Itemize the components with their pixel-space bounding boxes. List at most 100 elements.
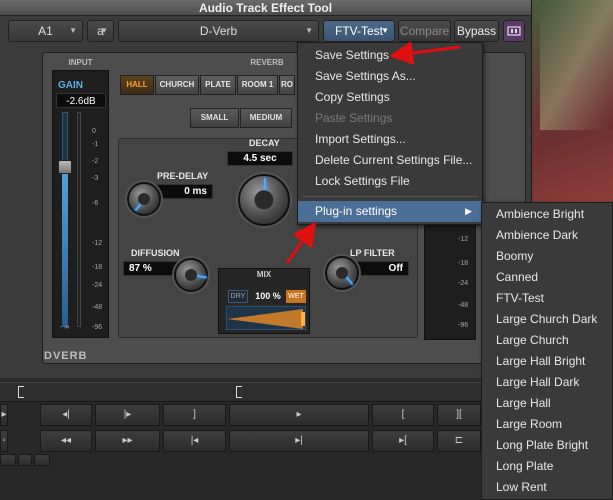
knob-indicator — [342, 272, 354, 286]
preset-file-item[interactable]: Large Hall Dark — [482, 372, 612, 393]
plugin-settings-submenu: Ambience Bright Ambience Dark Boomy Canned F… — [481, 202, 613, 500]
slot-select[interactable]: a ▼ — [87, 20, 114, 42]
scale-tick-label: -12 — [458, 236, 469, 243]
go-to-mark-button[interactable]: ▸[ — [372, 430, 434, 452]
fast-forward-button[interactable]: ▸▸ — [95, 430, 160, 452]
predelay-value[interactable]: 0 ms — [155, 184, 213, 199]
preset-file-item[interactable]: Large Hall — [482, 393, 612, 414]
preset-menu-item[interactable]: Delete Current Settings File... — [298, 150, 482, 171]
compare-button[interactable]: Compare — [398, 20, 451, 42]
room-type-button[interactable]: HALL — [120, 75, 154, 95]
gain-fader-handle[interactable] — [58, 160, 72, 174]
menu-separator — [302, 196, 478, 197]
size-button[interactable]: SMALL — [190, 108, 239, 128]
audio-button[interactable]: ◦ — [0, 430, 8, 452]
preset-menu: Save Settings Save Settings As... Copy Set… — [297, 42, 483, 225]
step-back-icon: ◂| — [62, 409, 70, 420]
mark-out-marker[interactable] — [236, 386, 242, 398]
decay-label: DECAY — [249, 138, 280, 148]
preset-file-item[interactable]: Large Church Dark — [482, 309, 612, 330]
plugin-select-value: D-Verb — [199, 24, 238, 38]
plugin-select[interactable]: D-Verb ▼ — [118, 20, 319, 42]
scale-tick-label: -12 — [92, 240, 103, 247]
gain-label: GAIN — [58, 80, 83, 91]
bypass-button[interactable]: Bypass — [454, 20, 499, 42]
preset-menu-item[interactable]: Import Settings... — [298, 129, 482, 150]
scale-tick-label: -24 — [92, 282, 103, 289]
preset-file-item[interactable]: Long Plate — [482, 456, 612, 477]
preset-file-item[interactable]: Canned — [482, 267, 612, 288]
rewind-icon: ◂◂ — [60, 435, 72, 446]
diffusion-label: DIFFUSION — [131, 248, 180, 258]
track-select-value: A1 — [38, 24, 53, 38]
chevron-down-icon: ▼ — [305, 26, 313, 35]
room-type-button[interactable]: PLATE — [200, 75, 236, 95]
room-type-button[interactable]: CHURCH — [155, 75, 199, 95]
scroll-right-button[interactable] — [18, 454, 32, 466]
play-button[interactable]: ▸ — [0, 404, 8, 426]
plugin-settings-menu-item[interactable]: Plug-in settings ▶ — [298, 201, 482, 222]
preset-select[interactable]: FTV-Test ▼ — [323, 20, 395, 42]
gain-value[interactable]: -2.6dB — [56, 93, 106, 108]
predelay-knob[interactable] — [127, 182, 161, 216]
diffusion-value[interactable]: 87 % — [123, 261, 181, 276]
preset-menu-item[interactable]: Lock Settings File — [298, 171, 482, 192]
mark-in-icon: [ — [401, 409, 405, 420]
splice-button[interactable]: ⊏ — [437, 430, 481, 452]
zoom-button[interactable] — [34, 454, 50, 466]
knob-indicator — [134, 198, 146, 212]
size-button[interactable]: MEDIUM — [240, 108, 292, 128]
preset-file-item[interactable]: FTV-Test — [482, 288, 612, 309]
video-image — [540, 0, 613, 130]
mark-in-button[interactable]: [ — [372, 404, 434, 426]
scale-tick-label: - ∞ — [60, 324, 70, 331]
mark-clip-button[interactable]: ][ — [437, 404, 481, 426]
decay-value[interactable]: 4.5 sec — [227, 151, 293, 166]
mix-value[interactable]: 100 % — [252, 290, 284, 303]
preset-menu-item[interactable]: Copy Settings — [298, 87, 482, 108]
preset-file-item[interactable]: Long Plate Bright — [482, 435, 612, 456]
plugin-settings-label: Plug-in settings — [315, 204, 398, 218]
go-to-out-button[interactable]: |◂ — [163, 430, 226, 452]
input-section-label: INPUT — [68, 58, 93, 67]
mix-ramp-graphic — [227, 309, 305, 329]
go-to-out-icon: |◂ — [190, 435, 199, 446]
go-to-in-button[interactable]: ▸| — [229, 430, 369, 452]
mark-out-button[interactable]: ] — [163, 404, 226, 426]
preset-file-item[interactable]: Boomy — [482, 246, 612, 267]
preset-file-item[interactable]: Low Rent — [482, 477, 612, 498]
decay-knob[interactable] — [238, 174, 290, 226]
scroll-left-button[interactable] — [0, 454, 16, 466]
step-forward-button[interactable]: |▸ — [95, 404, 160, 426]
scale-tick-label: -18 — [458, 260, 469, 267]
mark-clip-icon: ][ — [456, 409, 462, 420]
dverb-brand-label: DVERB — [44, 350, 88, 362]
mark-in-marker[interactable] — [18, 386, 24, 398]
play-button-button[interactable]: ▸ — [229, 404, 369, 426]
rewind-button[interactable]: ◂◂ — [40, 430, 92, 452]
room-type-button[interactable]: ROOM 1 — [237, 75, 278, 95]
audio-icon: ◦ — [2, 435, 6, 446]
track-select[interactable]: A1 ▼ — [8, 20, 83, 42]
mix-slider[interactable] — [226, 306, 306, 330]
preset-menu-item[interactable]: Save Settings — [298, 45, 482, 66]
step-back-button[interactable]: ◂| — [40, 404, 92, 426]
preset-menu-item[interactable]: Save Settings As... — [298, 66, 482, 87]
preset-file-item[interactable]: Large Church — [482, 330, 612, 351]
play-button-icon: ▸ — [296, 409, 302, 420]
transport-row-2: ◦ ◂◂ ▸▸ |◂ ▸| ▸[ ⊏ — [0, 430, 481, 452]
preset-file-item[interactable]: Ambience Dark — [482, 225, 612, 246]
preset-file-item[interactable]: Large Hall Bright — [482, 351, 612, 372]
chevron-down-icon: ▼ — [100, 26, 108, 35]
splice-icon: ⊏ — [454, 435, 464, 446]
go-to-in-icon: ▸| — [295, 435, 303, 446]
lpfilter-knob[interactable] — [325, 256, 359, 290]
preset-file-item[interactable]: Ambience Bright — [482, 204, 612, 225]
meter-toggle-button[interactable] — [503, 20, 525, 42]
diffusion-knob[interactable] — [174, 258, 208, 292]
room-type-button[interactable]: RO — [279, 75, 295, 95]
preset-file-item[interactable]: Large Room — [482, 414, 612, 435]
knob-indicator — [191, 274, 207, 279]
submenu-arrow-icon: ▶ — [465, 206, 472, 216]
mix-wet-label: WET — [286, 290, 306, 303]
